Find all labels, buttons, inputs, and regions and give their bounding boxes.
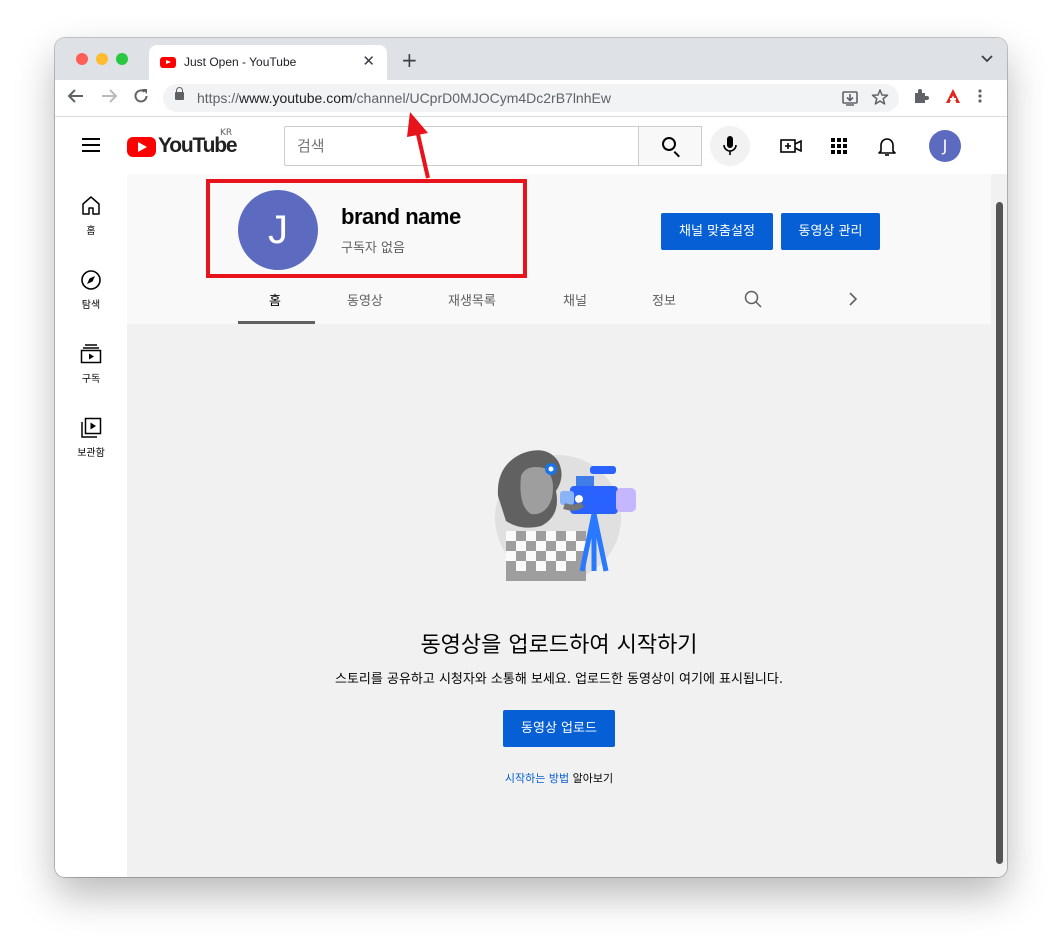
learn-more-text: 시작하는 방법 알아보기 xyxy=(127,770,991,786)
learn-suffix: 알아보기 xyxy=(569,772,614,785)
tab-search-icon[interactable] xyxy=(981,52,993,66)
youtube-play-icon xyxy=(127,137,156,157)
tab-about[interactable]: 정보 xyxy=(652,290,676,309)
empty-state: 동영상을 업로드하여 시작하기 스토리를 공유하고 시청자와 소통해 보세요. … xyxy=(127,324,991,877)
camera-operator-illustration xyxy=(495,450,636,581)
tab-close-icon[interactable]: ✕ xyxy=(362,52,375,70)
guide-item-subscriptions[interactable]: 구독 xyxy=(55,342,127,385)
voice-search-button[interactable] xyxy=(710,126,750,166)
guide-item-library[interactable]: 보관함 xyxy=(55,416,127,459)
tab-title: Just Open - YouTube xyxy=(184,55,297,69)
annotation-highlight-box xyxy=(206,179,527,278)
browser-menu-icon[interactable] xyxy=(977,87,983,111)
library-icon xyxy=(79,416,103,440)
back-icon[interactable] xyxy=(67,87,85,111)
account-avatar[interactable]: J xyxy=(929,130,961,162)
apps-grid-icon[interactable] xyxy=(827,134,851,158)
explore-icon xyxy=(79,268,103,292)
youtube-favicon-icon xyxy=(160,57,176,68)
guide-label: 홈 xyxy=(86,226,96,237)
empty-state-subtitle: 스토리를 공유하고 시청자와 소통해 보세요. 업로드한 동영상이 여기에 표시… xyxy=(335,672,783,687)
tab-channels[interactable]: 채널 xyxy=(563,290,587,309)
reload-icon[interactable] xyxy=(132,87,150,111)
youtube-logo[interactable]: YouTube KR xyxy=(127,128,247,158)
search-icon xyxy=(662,137,676,151)
search-button[interactable] xyxy=(638,126,702,166)
minimize-window-button[interactable] xyxy=(96,53,108,65)
search-input[interactable] xyxy=(285,127,639,165)
lock-icon[interactable] xyxy=(175,87,184,100)
upload-video-button[interactable]: 동영상 업로드 xyxy=(503,710,615,747)
browser-window: Just Open - YouTube ✕ + https://www.yout… xyxy=(55,38,1007,877)
maximize-window-button[interactable] xyxy=(116,53,128,65)
guide-label: 구독 xyxy=(81,374,101,385)
install-app-icon[interactable] xyxy=(841,89,859,111)
tab-home[interactable]: 홈 xyxy=(269,290,281,309)
tab-playlists[interactable]: 재생목록 xyxy=(448,290,496,309)
home-icon xyxy=(79,194,103,218)
guide-sidebar: 홈 탐색 구독 보관함 xyxy=(55,174,127,877)
create-video-icon[interactable] xyxy=(779,134,803,158)
microphone-icon xyxy=(723,136,737,155)
guide-label: 보관함 xyxy=(77,448,105,459)
menu-icon[interactable] xyxy=(82,138,100,152)
guide-label: 탐색 xyxy=(81,300,101,311)
new-tab-button[interactable]: + xyxy=(401,50,418,70)
customize-channel-button[interactable]: 채널 맞춤설정 xyxy=(661,213,773,250)
learn-how-link[interactable]: 시작하는 방법 xyxy=(505,772,569,785)
subscriptions-icon xyxy=(79,342,103,366)
empty-state-title: 동영상을 업로드하여 시작하기 xyxy=(420,633,698,658)
tab-videos[interactable]: 동영상 xyxy=(347,290,383,309)
acrobat-extension-icon[interactable] xyxy=(944,87,962,111)
url-text[interactable]: https://www.youtube.com/channel/UCprD0MJ… xyxy=(197,90,611,106)
channel-search-icon[interactable] xyxy=(744,290,762,312)
manage-videos-button[interactable]: 동영상 관리 xyxy=(781,213,880,250)
page-scrollbar[interactable] xyxy=(996,202,1003,864)
address-bar[interactable]: https://www.youtube.com/channel/UCprD0MJ… xyxy=(163,84,899,112)
youtube-page: YouTube KR J xyxy=(55,118,1007,877)
youtube-header: YouTube KR J xyxy=(55,118,1007,174)
browser-tab[interactable]: Just Open - YouTube ✕ xyxy=(149,45,387,80)
close-window-button[interactable] xyxy=(76,53,88,65)
extensions-puzzle-icon[interactable] xyxy=(912,87,930,111)
country-code: KR xyxy=(220,128,233,138)
browser-toolbar: https://www.youtube.com/channel/UCprD0MJ… xyxy=(55,80,1007,117)
tab-strip: Just Open - YouTube ✕ + xyxy=(55,38,1007,80)
bookmark-star-icon[interactable] xyxy=(871,88,889,110)
forward-icon[interactable] xyxy=(100,87,118,111)
guide-item-home[interactable]: 홈 xyxy=(55,194,127,237)
notifications-bell-icon[interactable] xyxy=(875,134,899,158)
search-box[interactable] xyxy=(284,126,639,166)
chevron-right-icon[interactable] xyxy=(848,291,858,310)
guide-item-explore[interactable]: 탐색 xyxy=(55,268,127,311)
